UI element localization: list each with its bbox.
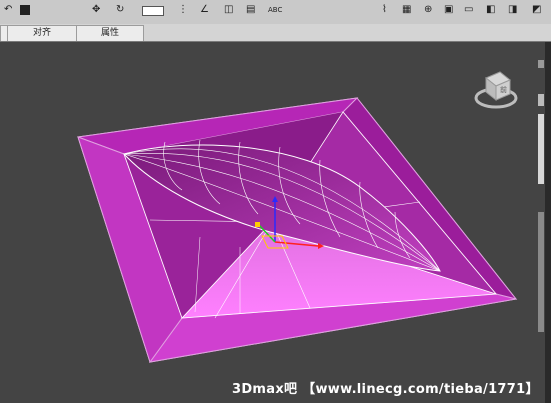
align-icon[interactable]: ▤ bbox=[246, 2, 255, 18]
main-toolbar: ↶ ✥ ↻ ⋮ ∠ ◫ ▤ ABC ⌇ ▦ ⊕ ▣ ▭ ◧ ◨ ◩ bbox=[0, 0, 551, 25]
tab-align[interactable]: 对齐 bbox=[7, 25, 77, 41]
ribbon-tab-bar: 对齐 属性 bbox=[0, 24, 551, 42]
rotate-icon[interactable]: ↻ bbox=[116, 2, 124, 18]
angle-snap-icon[interactable]: ∠ bbox=[200, 2, 209, 18]
viewport-icon[interactable] bbox=[20, 5, 30, 15]
abc-icon[interactable]: ABC bbox=[268, 2, 282, 18]
render-active-icon[interactable]: ◩ bbox=[532, 2, 541, 18]
tab-properties[interactable]: 属性 bbox=[76, 25, 144, 41]
right-edge-strip bbox=[545, 42, 551, 403]
side-control-2[interactable] bbox=[538, 94, 544, 106]
watermark-text: 3Dmax吧 【www.linecg.com/tieba/1771】 bbox=[232, 382, 539, 397]
undo-icon[interactable]: ↶ bbox=[4, 2, 12, 18]
selection-dropdown[interactable] bbox=[142, 6, 164, 16]
snap-icon[interactable]: ⋮ bbox=[178, 2, 188, 18]
render-frame-icon[interactable]: ▭ bbox=[464, 2, 473, 18]
side-control-1[interactable] bbox=[538, 60, 544, 68]
render-setup-icon[interactable]: ▣ bbox=[444, 2, 453, 18]
viewcube-face-label: 前 bbox=[500, 86, 507, 94]
mirror-icon[interactable]: ◫ bbox=[224, 2, 233, 18]
render-production-icon[interactable]: ◨ bbox=[508, 2, 517, 18]
select-move-icon[interactable]: ✥ bbox=[92, 2, 100, 18]
render-icon[interactable]: ◧ bbox=[486, 2, 495, 18]
curve-editor-icon[interactable]: ⌇ bbox=[382, 2, 387, 18]
viewcube[interactable]: 前 bbox=[472, 68, 520, 110]
scene-canvas bbox=[77, 97, 518, 364]
side-panel[interactable] bbox=[538, 114, 544, 184]
viewport-side-controls bbox=[538, 52, 545, 372]
material-editor-icon[interactable]: ⊕ bbox=[424, 2, 432, 18]
perspective-viewport[interactable]: 前 bbox=[0, 42, 545, 403]
side-panel-lower[interactable] bbox=[538, 212, 544, 332]
schematic-icon[interactable]: ▦ bbox=[402, 2, 411, 18]
